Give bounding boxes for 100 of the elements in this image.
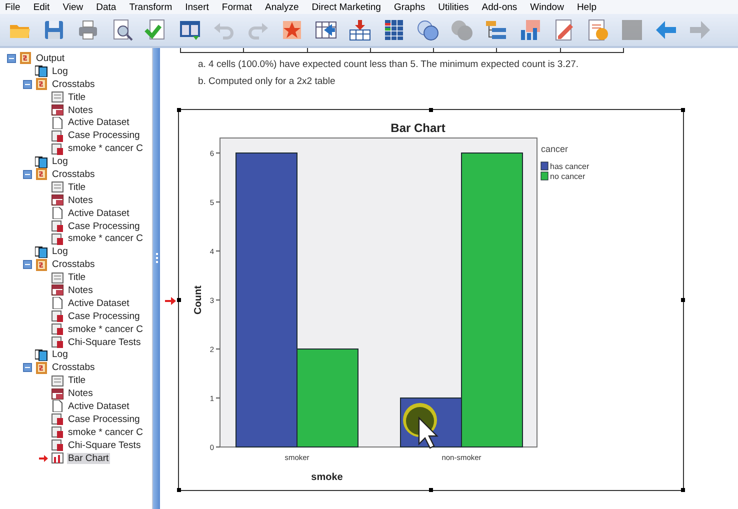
notes-icon (51, 194, 64, 206)
outline-item[interactable]: Log (51, 66, 69, 77)
footnote: a. 4 cells (100.0%) have expected count less than 5. The minimum expected count is 3.27. (198, 59, 580, 70)
chart-icon (51, 452, 64, 464)
outline-item[interactable]: Title (67, 92, 87, 103)
outline-item[interactable]: Log (51, 349, 69, 360)
menu-item[interactable]: Add-ons (482, 2, 518, 12)
outline-item[interactable]: Notes (67, 388, 94, 400)
outline-item[interactable]: smoke * cancer C (67, 233, 144, 244)
outline-item[interactable]: Case Processing (67, 130, 141, 142)
book-icon (35, 168, 48, 180)
log-icon (35, 246, 48, 258)
outline-item[interactable]: Output (35, 52, 66, 64)
table-icon (51, 142, 64, 155)
outline-item[interactable]: Title (67, 375, 87, 386)
footnote: b. Computed only for a 2x2 table (198, 76, 336, 87)
outline-item[interactable]: Log (51, 156, 69, 168)
outline-item[interactable]: smoke * cancer C (67, 143, 144, 154)
outline-item[interactable]: Case Processing (67, 310, 141, 322)
menu-item[interactable]: File (5, 2, 20, 12)
outline-item[interactable]: Crosstabs (51, 362, 96, 374)
table-icon (51, 336, 64, 348)
outline-item[interactable]: Crosstabs (51, 259, 96, 270)
resize-handle[interactable] (681, 488, 685, 492)
outline-item[interactable]: smoke * cancer C (67, 324, 144, 335)
outline-item[interactable]: smoke * cancer C (67, 426, 144, 438)
notes-icon (51, 284, 64, 296)
arrow-icon (38, 454, 48, 462)
outline-item[interactable]: Title (67, 272, 87, 284)
book-icon (35, 258, 48, 271)
collapse-icon[interactable] (22, 170, 32, 179)
chart-title: Bar Chart (390, 121, 446, 135)
y-tick (216, 152, 220, 154)
collapse-icon[interactable] (22, 260, 32, 270)
table-icon (51, 232, 64, 245)
menu-item[interactable]: Help (576, 2, 596, 12)
outline-item[interactable]: Notes (67, 284, 94, 296)
table-icon (51, 426, 64, 438)
resize-handle[interactable] (429, 108, 433, 112)
page-icon (51, 400, 64, 412)
y-axis-title: Count (193, 286, 204, 314)
resize-handle[interactable] (429, 488, 433, 492)
title-icon (51, 374, 64, 387)
log-icon (35, 65, 48, 78)
menu-item[interactable]: Insert (185, 2, 209, 12)
resize-handle[interactable] (681, 298, 685, 302)
legend-label: has cancer (550, 162, 590, 171)
outline-item[interactable]: Crosstabs (51, 168, 96, 180)
log-icon (35, 156, 48, 168)
book-icon (35, 362, 48, 374)
menu-item[interactable]: Direct Marketing (312, 2, 381, 12)
menu-item[interactable]: Graphs (394, 2, 426, 12)
menu-item[interactable]: Window (530, 2, 564, 12)
collapse-icon[interactable] (22, 80, 32, 89)
outline-item[interactable]: Bar Chart (67, 452, 110, 464)
menu-item[interactable]: Edit (33, 2, 50, 12)
y-tick (216, 250, 220, 252)
outline-item[interactable]: Crosstabs (51, 78, 96, 90)
log-icon (35, 348, 48, 361)
menu-item[interactable]: Format (222, 2, 252, 12)
outline-item[interactable]: Log (51, 246, 69, 258)
page-icon (51, 116, 64, 129)
collapse-icon[interactable] (6, 54, 16, 63)
outline-item[interactable]: Case Processing (67, 414, 141, 425)
outline-item[interactable]: Notes (67, 194, 94, 206)
title-icon (51, 91, 64, 104)
table-icon (51, 310, 64, 322)
table-icon (51, 130, 64, 142)
book-icon (19, 52, 32, 64)
outline-item[interactable]: Title (67, 182, 87, 193)
title-icon (51, 272, 64, 284)
page-icon (51, 207, 64, 220)
outline-item[interactable]: Active Dataset (67, 117, 130, 128)
page-icon (51, 297, 64, 310)
outline-item[interactable]: Active Dataset (67, 400, 130, 412)
resize-handle[interactable] (177, 108, 181, 112)
outline-item[interactable]: Chi-Square Tests (67, 336, 142, 348)
notes-icon (51, 104, 64, 116)
legend-title: cancer (541, 144, 568, 154)
outline-item[interactable]: Case Processing (67, 220, 141, 232)
outline-item[interactable]: Notes (67, 104, 94, 116)
resize-handle[interactable] (177, 298, 181, 302)
title-icon (51, 181, 64, 194)
menu-item[interactable]: Utilities (438, 2, 469, 12)
menu-item[interactable]: Data (96, 2, 116, 12)
table-icon (51, 413, 64, 426)
outline-item[interactable]: Active Dataset (67, 298, 130, 309)
collapse-icon[interactable] (22, 363, 32, 372)
menu-item[interactable]: View (62, 2, 84, 12)
book-icon (35, 78, 48, 90)
notes-icon (51, 388, 64, 400)
menu-item[interactable]: Analyze (264, 2, 299, 12)
resize-handle[interactable] (177, 488, 181, 492)
menu-item[interactable]: Transform (129, 2, 172, 12)
y-tick (216, 348, 220, 350)
outline-item[interactable]: Active Dataset (67, 208, 130, 219)
table-icon (51, 220, 64, 232)
outline-item[interactable]: Chi-Square Tests (67, 440, 142, 451)
table-icon (51, 323, 64, 336)
resize-handle[interactable] (681, 108, 685, 112)
